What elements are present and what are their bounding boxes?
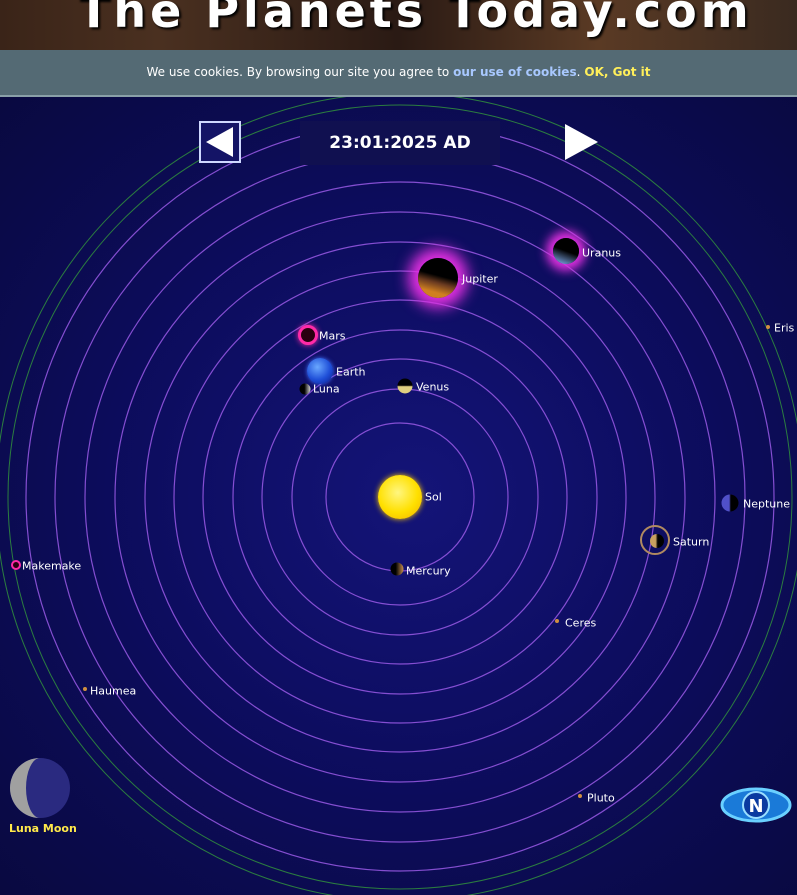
jupiter-icon[interactable] <box>418 258 458 298</box>
arrow-left-icon <box>206 127 233 157</box>
mercury-icon[interactable] <box>390 562 404 576</box>
saturn-icon[interactable] <box>650 534 664 548</box>
eris-icon[interactable] <box>766 325 770 329</box>
label-neptune[interactable]: Neptune <box>743 498 790 511</box>
venus-icon[interactable] <box>397 378 413 394</box>
label-uranus[interactable]: Uranus <box>582 247 621 260</box>
label-jupiter[interactable]: Jupiter <box>462 273 498 286</box>
label-saturn[interactable]: Saturn <box>673 536 709 549</box>
haumea-icon[interactable] <box>83 687 87 691</box>
label-eris[interactable]: Eris <box>774 322 794 335</box>
label-ceres[interactable]: Ceres <box>565 617 596 630</box>
uranus-icon[interactable] <box>553 238 579 264</box>
arrow-right-icon <box>565 124 598 160</box>
moon-phase-label[interactable]: Luna Moon <box>9 822 77 835</box>
label-makemake[interactable]: Makemake <box>22 560 81 573</box>
label-pluto[interactable]: Pluto <box>587 792 615 805</box>
mars-icon[interactable] <box>298 325 318 345</box>
site-title[interactable]: The Planets Today.com <box>78 0 753 38</box>
earth-icon[interactable] <box>307 358 333 384</box>
next-date-button[interactable] <box>562 121 604 163</box>
pluto-icon[interactable] <box>578 794 582 798</box>
site-header: The Planets Today.com <box>0 0 797 50</box>
neptune-icon[interactable] <box>721 494 739 512</box>
cookie-period: . <box>576 65 581 79</box>
label-luna[interactable]: Luna <box>313 383 340 396</box>
moon-phase-icon[interactable] <box>9 757 71 823</box>
solar-system-view: 23:01:2025 AD Sol Mercury Venus Earth Lu… <box>0 97 797 895</box>
current-date: 23:01:2025 AD <box>300 121 500 165</box>
compass-letter: N <box>748 796 763 817</box>
label-sol[interactable]: Sol <box>425 491 442 504</box>
ceres-icon[interactable] <box>555 619 559 623</box>
prev-date-button[interactable] <box>199 121 241 163</box>
label-earth[interactable]: Earth <box>336 366 366 379</box>
label-venus[interactable]: Venus <box>416 381 449 394</box>
luna-icon[interactable] <box>299 383 311 395</box>
cookie-policy-link[interactable]: our use of cookies <box>453 65 577 79</box>
label-haumea[interactable]: Haumea <box>90 685 136 698</box>
label-mercury[interactable]: Mercury <box>406 565 451 578</box>
cookie-bar: We use cookies. By browsing our site you… <box>0 50 797 97</box>
cookie-text: We use cookies. By browsing our site you… <box>146 65 454 79</box>
makemake-icon[interactable] <box>11 560 21 570</box>
cookie-accept-button[interactable]: OK, Got it <box>584 65 650 79</box>
label-mars[interactable]: Mars <box>319 330 346 343</box>
sun-icon[interactable] <box>378 475 422 519</box>
north-compass-icon[interactable]: N <box>720 787 792 827</box>
